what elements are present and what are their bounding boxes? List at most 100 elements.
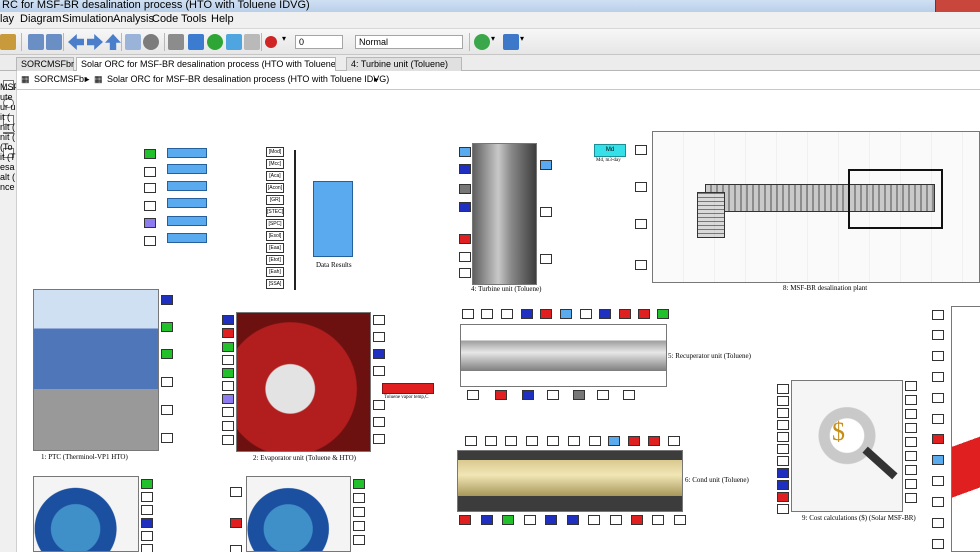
inport[interactable]	[222, 381, 234, 391]
cost-image[interactable]: $	[791, 380, 903, 512]
inport[interactable]	[668, 436, 680, 446]
pump-image[interactable]	[246, 476, 351, 552]
inport[interactable]	[932, 476, 944, 486]
inport[interactable]	[560, 309, 572, 319]
gear-icon[interactable]	[143, 34, 159, 50]
menu-diagram[interactable]: Diagram	[20, 13, 62, 25]
back-arrow-icon[interactable]	[68, 34, 84, 50]
outport[interactable]	[540, 160, 552, 170]
data-results-display[interactable]	[313, 181, 353, 257]
outport[interactable]	[905, 395, 917, 405]
goto-tag[interactable]	[144, 149, 156, 159]
outport[interactable]	[905, 493, 917, 503]
inport[interactable]	[635, 145, 647, 155]
outport[interactable]	[623, 390, 635, 400]
inport[interactable]	[459, 268, 471, 278]
inport[interactable]	[932, 372, 944, 382]
goto-tag[interactable]	[144, 167, 156, 177]
inport[interactable]	[222, 315, 234, 325]
inport[interactable]	[932, 351, 944, 361]
redo-icon[interactable]	[46, 34, 62, 50]
model-explorer-icon[interactable]	[168, 34, 184, 50]
inport[interactable]	[932, 434, 944, 444]
inport[interactable]	[222, 407, 234, 417]
inport[interactable]	[230, 518, 242, 528]
outport[interactable]	[905, 409, 917, 419]
from-tag[interactable]: [Eaa]	[266, 243, 284, 253]
goto-tag[interactable]	[144, 183, 156, 193]
outport[interactable]	[905, 465, 917, 475]
inport[interactable]	[222, 421, 234, 431]
outport[interactable]	[905, 437, 917, 447]
up-arrow-icon[interactable]	[105, 34, 121, 50]
from-tag[interactable]: [Aca]	[266, 171, 284, 181]
outport[interactable]	[905, 451, 917, 461]
bus-block[interactable]	[167, 233, 207, 243]
from-tag[interactable]: [Eah]	[266, 267, 284, 277]
goto-tag[interactable]	[144, 236, 156, 246]
bus-block[interactable]	[167, 148, 207, 158]
outport[interactable]	[141, 479, 153, 489]
outport[interactable]	[141, 492, 153, 502]
outport[interactable]	[905, 479, 917, 489]
outport[interactable]	[141, 505, 153, 515]
inport[interactable]	[222, 328, 234, 338]
outport[interactable]	[481, 515, 493, 525]
inport[interactable]	[459, 147, 471, 157]
msf-plant-diagram[interactable]	[652, 131, 980, 283]
inport[interactable]	[547, 436, 559, 446]
outport[interactable]	[141, 518, 153, 528]
inport[interactable]	[230, 545, 242, 552]
inport[interactable]	[635, 219, 647, 229]
outport[interactable]	[905, 423, 917, 433]
inport[interactable]	[932, 497, 944, 507]
outport[interactable]	[353, 493, 365, 503]
outport[interactable]	[597, 390, 609, 400]
inport[interactable]	[932, 330, 944, 340]
outport[interactable]	[540, 207, 552, 217]
inport[interactable]	[608, 436, 620, 446]
inport[interactable]	[638, 309, 650, 319]
inport[interactable]	[462, 309, 474, 319]
inport[interactable]	[222, 355, 234, 365]
from-tag[interactable]: [SSA]	[266, 279, 284, 289]
turbine-image[interactable]	[472, 143, 537, 285]
outport[interactable]	[652, 515, 664, 525]
inport[interactable]	[932, 310, 944, 320]
bus-block[interactable]	[167, 181, 207, 191]
undo-icon[interactable]	[28, 34, 44, 50]
inport[interactable]	[526, 436, 538, 446]
pump-image[interactable]	[33, 476, 139, 552]
menu-help[interactable]: Help	[211, 13, 234, 25]
outport[interactable]	[674, 515, 686, 525]
simulation-mode-select[interactable]: Normal	[355, 35, 463, 49]
outport[interactable]	[161, 433, 173, 443]
chevron-down-icon[interactable]: ▾	[491, 34, 499, 50]
inport[interactable]	[568, 436, 580, 446]
outport[interactable]	[545, 515, 557, 525]
inport[interactable]	[222, 368, 234, 378]
outport[interactable]	[161, 322, 173, 332]
outport[interactable]	[353, 521, 365, 531]
inport[interactable]	[777, 480, 789, 490]
step-back-icon[interactable]	[188, 34, 204, 50]
outport[interactable]	[373, 349, 385, 359]
inport[interactable]	[580, 309, 592, 319]
outport[interactable]	[495, 390, 507, 400]
outport[interactable]	[161, 377, 173, 387]
from-tag[interactable]: [Mod]	[266, 147, 284, 157]
outport[interactable]	[161, 295, 173, 305]
outport[interactable]	[588, 515, 600, 525]
forward-arrow-icon[interactable]	[87, 34, 103, 50]
inport[interactable]	[589, 436, 601, 446]
from-tag[interactable]: [Mcc]	[266, 159, 284, 169]
inport[interactable]	[777, 420, 789, 430]
from-tag[interactable]: [Esol]	[266, 231, 284, 241]
goto-tag[interactable]	[144, 201, 156, 211]
bus-block[interactable]	[167, 216, 207, 226]
outport[interactable]	[353, 479, 365, 489]
condenser-image[interactable]	[457, 450, 683, 512]
outport[interactable]	[547, 390, 559, 400]
inport[interactable]	[222, 342, 234, 352]
close-window-button[interactable]	[935, 0, 980, 12]
